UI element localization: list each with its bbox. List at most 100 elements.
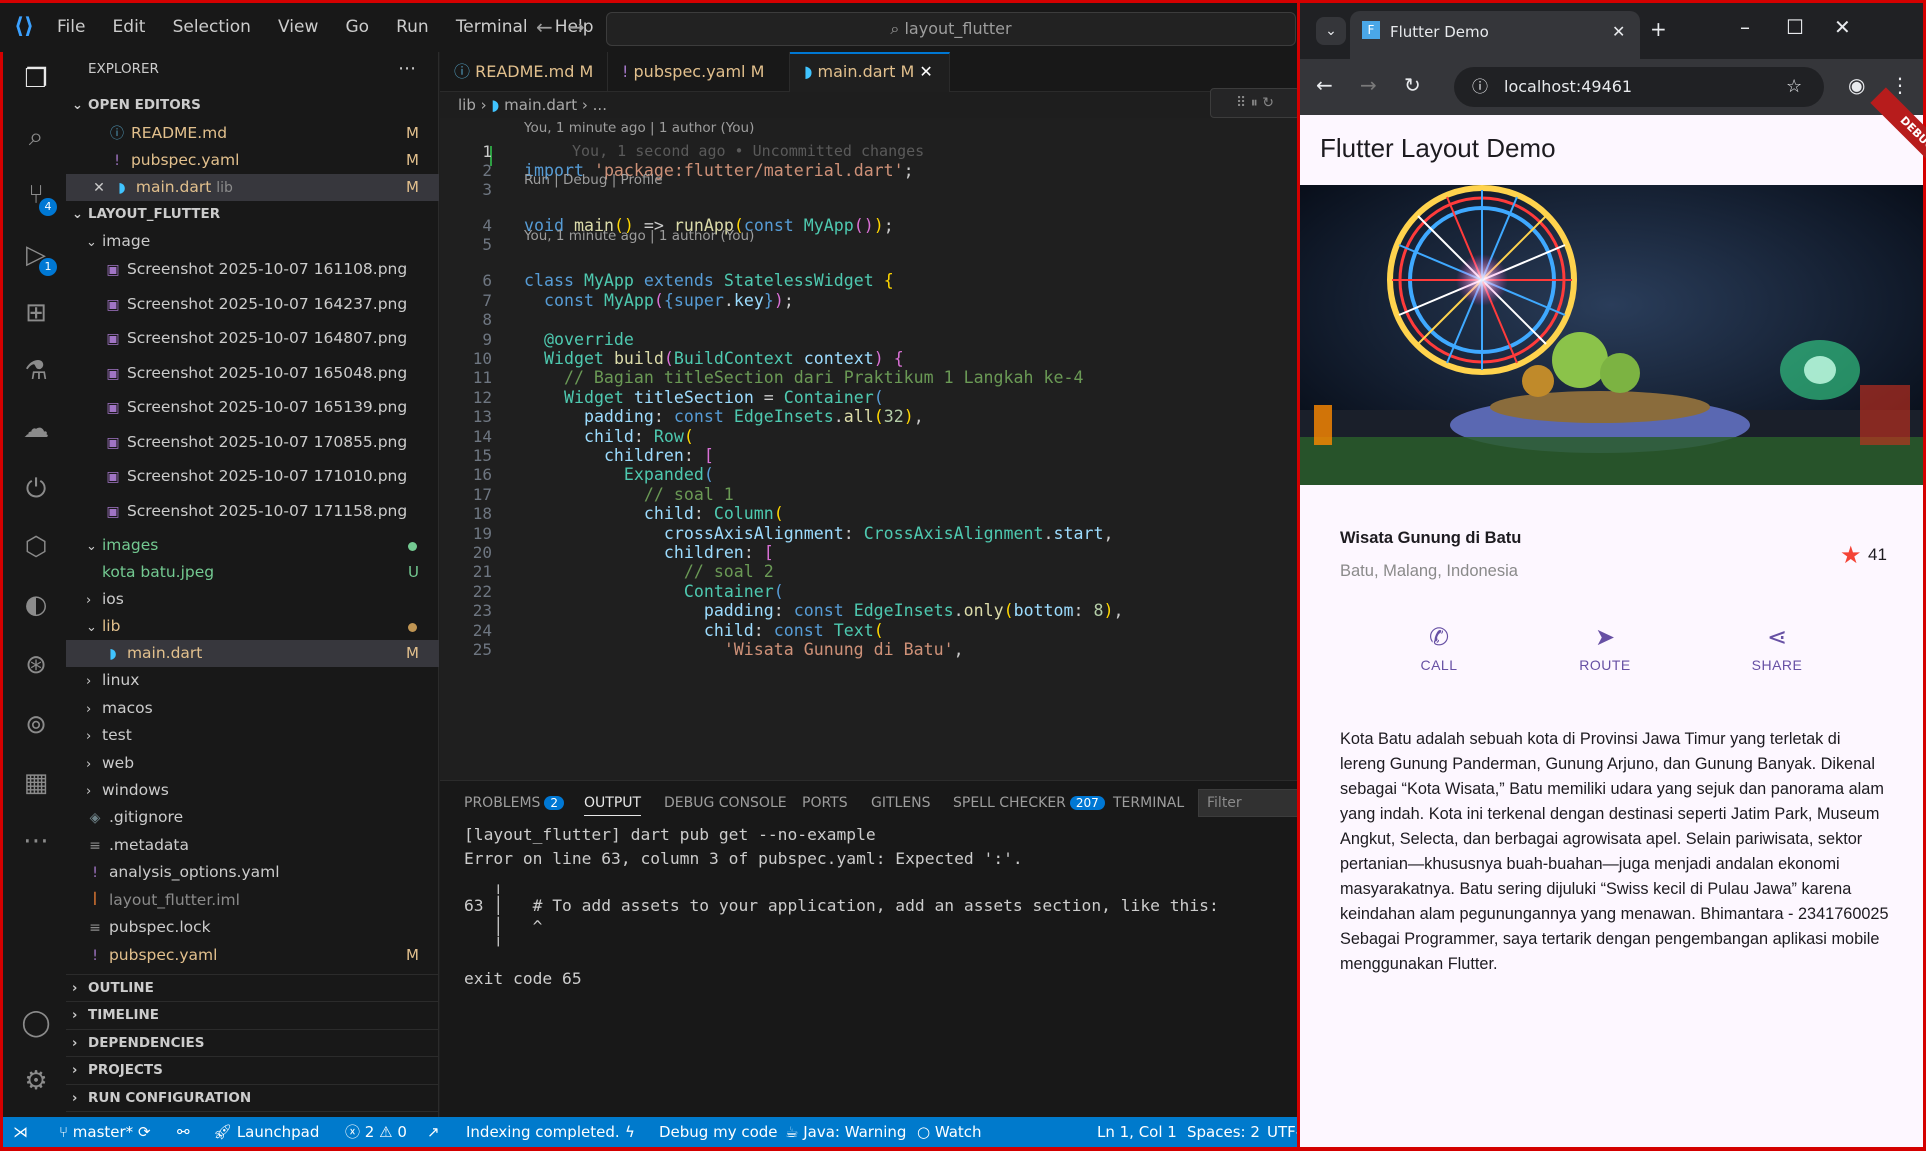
open-editor-main-dart[interactable]: ✕ ◗ main.dart lib M — [66, 174, 439, 201]
java-tools-icon[interactable]: ⊚ — [17, 706, 55, 744]
section-run-configuration[interactable]: › RUN CONFIGURATION — [66, 1083, 439, 1111]
watch-status[interactable]: ○ Watch — [917, 1117, 982, 1147]
file-screenshot[interactable]: ▣ Screenshot 2025-10-07 170855.png — [66, 429, 439, 456]
breadcrumb-symbol[interactable]: ... — [593, 96, 607, 114]
file-screenshot[interactable]: ▣ Screenshot 2025-10-07 165139.png — [66, 394, 439, 421]
tab-search-chevron-icon[interactable]: ⌄ — [1316, 17, 1346, 45]
route-button[interactable]: ➤ ROUTE — [1555, 623, 1655, 673]
call-button[interactable]: ✆ CALL — [1389, 623, 1489, 673]
folder-web[interactable]: › web — [66, 750, 439, 777]
explorer-more-icon[interactable]: ⋯ — [398, 58, 416, 79]
file-screenshot[interactable]: ▣ Screenshot 2025-10-07 164237.png — [66, 291, 439, 318]
code-editor[interactable]: You, 1 minute ago | 1 author (You) 1 You… — [440, 118, 1300, 780]
back-arrow-icon[interactable]: ← — [536, 15, 553, 39]
file-pubspecyaml[interactable]: ! pubspec.yaml M — [66, 942, 439, 969]
file-screenshot[interactable]: ▣ Screenshot 2025-10-07 171158.png — [66, 498, 439, 525]
package-icon[interactable]: ⬡ — [17, 528, 55, 566]
forward-arrow-icon[interactable]: → — [568, 15, 585, 39]
search-icon[interactable]: ⌕ — [17, 118, 55, 156]
extensions-icon[interactable]: ⊞ — [17, 294, 55, 332]
command-center-search[interactable]: ⌕ layout_flutter — [606, 12, 1296, 46]
power-icon[interactable]: ⏻ — [17, 470, 55, 508]
panel-tab-ports[interactable]: PORTS — [802, 795, 848, 811]
panel-tab-terminal[interactable]: TERMINAL — [1113, 795, 1184, 811]
folder-ios[interactable]: › ios — [66, 586, 439, 613]
file-kota-batu[interactable]: kota batu.jpeg U — [66, 559, 439, 586]
problems-indicator[interactable]: ⓧ 2 ⚠ 0 — [345, 1117, 407, 1147]
share-button[interactable]: ⋖ SHARE — [1727, 623, 1827, 673]
menu-go[interactable]: Go — [345, 17, 369, 37]
file-screenshot[interactable]: ▣ Screenshot 2025-10-07 164807.png — [66, 325, 439, 352]
edge-devtools-icon[interactable]: ◐ — [17, 586, 55, 624]
folder-image[interactable]: ⌄ image — [66, 228, 439, 255]
source-control-icon[interactable]: ⑂ 4 — [17, 176, 57, 216]
close-tab-icon[interactable]: ✕ — [1612, 11, 1625, 53]
panel-tab-spell-checker[interactable]: SPELL CHECKER 207 — [953, 795, 1105, 811]
menu-file[interactable]: File — [57, 17, 85, 37]
more-menu-icon[interactable]: ⋮ — [1890, 73, 1910, 97]
folder-linux[interactable]: › linux — [66, 667, 439, 694]
menu-selection[interactable]: Selection — [173, 17, 251, 37]
file-metadata[interactable]: ≡ .metadata — [66, 832, 439, 859]
new-tab-icon[interactable]: + — [1650, 17, 1667, 41]
account-icon[interactable]: ◯ — [17, 1004, 55, 1042]
section-projects[interactable]: › PROJECTS — [66, 1056, 439, 1083]
panel-tab-output[interactable]: OUTPUT — [584, 795, 642, 816]
launchpad-item[interactable]: 🚀︎ Launchpad — [213, 1117, 319, 1147]
maximize-icon[interactable]: ☐ — [1786, 15, 1804, 39]
bookmark-star-icon[interactable]: ☆ — [1786, 67, 1802, 107]
git-graph-icon[interactable]: ⚯ — [177, 1117, 190, 1147]
file-pubspeclock[interactable]: ≡ pubspec.lock — [66, 914, 439, 941]
file-main-dart[interactable]: ◗ main.dart M — [66, 640, 439, 667]
minimize-icon[interactable]: – — [1740, 15, 1750, 39]
panel-tab-debug-console[interactable]: DEBUG CONSOLE — [664, 795, 787, 811]
panel-tab-problems[interactable]: PROBLEMS 2 — [464, 795, 565, 811]
settings-gear-icon[interactable]: ⚙ — [17, 1062, 55, 1100]
section-timeline[interactable]: › TIMELINE — [66, 1001, 439, 1028]
breadcrumb-lib[interactable]: lib — [458, 96, 476, 114]
forward-arrow-icon[interactable]: → — [1360, 73, 1377, 97]
debug-toolbar[interactable]: ⠿ ⏸ ↻ — [1210, 88, 1300, 118]
file-layout-flutteriml[interactable]: ꟾ layout_flutter.iml — [66, 887, 439, 914]
indentation[interactable]: Spaces: 2 — [1187, 1117, 1260, 1147]
section-outline[interactable]: › OUTLINE — [66, 974, 439, 1001]
blame-codelens[interactable]: You, 1 minute ago | 1 author (You) — [524, 228, 754, 244]
folder-macos[interactable]: › macos — [66, 695, 439, 722]
close-icon[interactable]: ✕ — [919, 62, 932, 81]
container-icon[interactable]: ▦ — [17, 764, 55, 802]
close-icon[interactable]: ✕ — [90, 175, 108, 202]
gitlens-icon[interactable]: ⊛ — [17, 646, 55, 684]
remote-explorer-icon[interactable]: ☁ — [17, 410, 55, 448]
folder-images[interactable]: ⌄ images — [66, 532, 439, 559]
open-editor-pubspec[interactable]: ! pubspec.yaml M — [66, 147, 439, 174]
menu-view[interactable]: View — [278, 17, 318, 37]
run-codelens[interactable]: Run | Debug | Profile — [524, 172, 663, 188]
address-bar[interactable]: ⓘ localhost:49461 ☆ — [1454, 67, 1824, 107]
menu-terminal[interactable]: Terminal — [456, 17, 528, 37]
file-screenshot[interactable]: ▣ Screenshot 2025-10-07 171010.png — [66, 463, 439, 490]
close-window-icon[interactable]: ✕ — [1834, 15, 1851, 39]
reload-icon[interactable]: ↻ — [1404, 73, 1421, 97]
project-header[interactable]: ⌄ LAYOUT_FLUTTER — [66, 201, 439, 228]
run-debug-icon[interactable]: ▷ 1 — [17, 236, 57, 276]
output-filter-input[interactable]: Filter — [1198, 789, 1300, 817]
folder-test[interactable]: › test — [66, 722, 439, 749]
file-screenshot[interactable]: ▣ Screenshot 2025-10-07 161108.png — [66, 256, 439, 283]
java-status[interactable]: ☕︎ Java: Warning — [785, 1117, 906, 1147]
file-analysis-optionsyaml[interactable]: ! analysis_options.yaml — [66, 859, 439, 886]
folder-lib[interactable]: ⌄ lib — [66, 613, 439, 640]
breadcrumb-file[interactable]: main.dart — [504, 96, 577, 114]
lightning-icon[interactable]: ϟ — [625, 1117, 635, 1147]
open-editor-readme[interactable]: ⓘ README.md M — [66, 120, 439, 147]
tab-readme[interactable]: ⓘ README.md M — [440, 52, 608, 92]
file-screenshot[interactable]: ▣ Screenshot 2025-10-07 165048.png — [66, 360, 439, 387]
debug-my-code[interactable]: Debug my code — [659, 1117, 778, 1147]
open-editors-header[interactable]: ⌄ OPEN EDITORS — [66, 92, 439, 119]
remote-indicator-icon[interactable]: ⋊ — [13, 1117, 28, 1147]
profile-icon[interactable]: ◉ — [1848, 73, 1865, 97]
menu-run[interactable]: Run — [396, 17, 429, 37]
live-share-icon[interactable]: ↗ — [427, 1117, 440, 1147]
tab-main-dart[interactable]: ◗ main.dart M ✕ — [790, 52, 950, 92]
section-dependencies[interactable]: › DEPENDENCIES — [66, 1028, 439, 1056]
branch-indicator[interactable]: ⑂ master* ⟳ — [59, 1117, 151, 1147]
